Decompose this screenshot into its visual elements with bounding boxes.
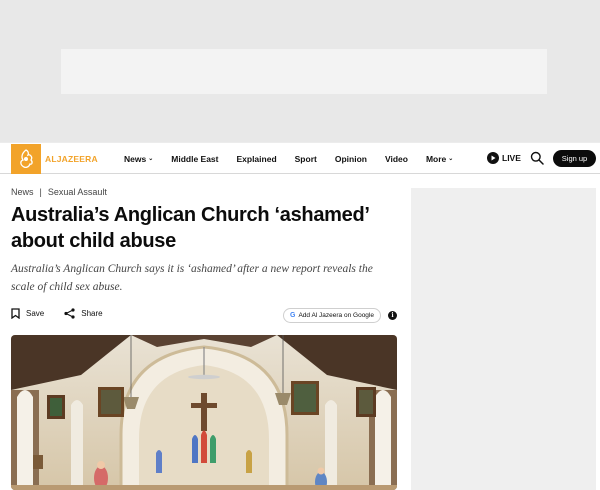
nav-item-label: Opinion bbox=[334, 153, 367, 164]
sidebar-ad-placeholder bbox=[411, 188, 596, 490]
breadcrumb-separator: | bbox=[39, 187, 42, 197]
nav-item-sport[interactable]: Sport bbox=[295, 154, 317, 164]
chevron-down-icon: ⌄ bbox=[448, 156, 454, 162]
nav-item-news[interactable]: News ⌄ bbox=[124, 154, 153, 164]
google-g-icon: G bbox=[290, 312, 296, 319]
nav-item-label: Sport bbox=[294, 153, 317, 164]
church-interior-illustration bbox=[11, 335, 397, 490]
nav-item-label: News bbox=[124, 153, 147, 164]
main-navbar: ALJAZEERA News ⌄ Middle East Explained S… bbox=[0, 142, 600, 174]
breadcrumb: News | Sexual Assault bbox=[11, 187, 107, 197]
nav-item-opinion[interactable]: Opinion bbox=[335, 154, 367, 164]
share-button[interactable]: Share bbox=[64, 308, 103, 319]
info-icon[interactable]: i bbox=[388, 311, 397, 320]
top-ad-area bbox=[0, 0, 600, 142]
article-headline: Australia’s Anglican Church ‘ashamed’ ab… bbox=[11, 204, 369, 252]
article-subhead: Australia’s Anglican Church says it is ‘… bbox=[11, 263, 373, 293]
save-label: Save bbox=[26, 309, 45, 318]
nav-item-video[interactable]: Video bbox=[385, 154, 408, 164]
nav-item-label: More bbox=[425, 153, 447, 164]
logo-text: ALJAZEERA bbox=[45, 153, 98, 164]
nav-item-label: Middle East bbox=[171, 153, 219, 164]
nav-item-explained[interactable]: Explained bbox=[236, 154, 276, 164]
live-button[interactable]: LIVE bbox=[487, 152, 521, 164]
logo[interactable]: ALJAZEERA bbox=[11, 143, 98, 174]
chevron-down-icon: ⌄ bbox=[148, 156, 154, 162]
add-aljazeera-on-google-button[interactable]: G Add Al Jazeera on Google bbox=[283, 308, 381, 323]
nav-item-more[interactable]: More ⌄ bbox=[426, 154, 453, 164]
play-icon bbox=[487, 152, 499, 164]
aljazeera-logo-icon bbox=[11, 143, 41, 174]
save-button[interactable]: Save bbox=[11, 308, 44, 319]
google-button-label: Add Al Jazeera on Google bbox=[298, 312, 374, 319]
sign-up-button[interactable]: Sign up bbox=[553, 150, 596, 167]
primary-nav: News ⌄ Middle East Explained Sport Opini… bbox=[124, 143, 471, 174]
breadcrumb-news-link[interactable]: News bbox=[11, 187, 34, 197]
share-label: Share bbox=[81, 309, 103, 318]
live-label: LIVE bbox=[502, 153, 521, 163]
ad-banner-placeholder bbox=[61, 49, 547, 94]
search-icon[interactable] bbox=[530, 151, 544, 165]
nav-item-label: Explained bbox=[236, 153, 277, 164]
bookmark-icon bbox=[11, 308, 20, 319]
hero-image bbox=[11, 335, 397, 490]
breadcrumb-topic-link[interactable]: Sexual Assault bbox=[48, 187, 107, 197]
share-icon bbox=[64, 308, 75, 319]
nav-item-middle-east[interactable]: Middle East bbox=[171, 154, 218, 164]
article-actions: Save Share bbox=[11, 308, 123, 319]
nav-item-label: Video bbox=[384, 153, 408, 164]
